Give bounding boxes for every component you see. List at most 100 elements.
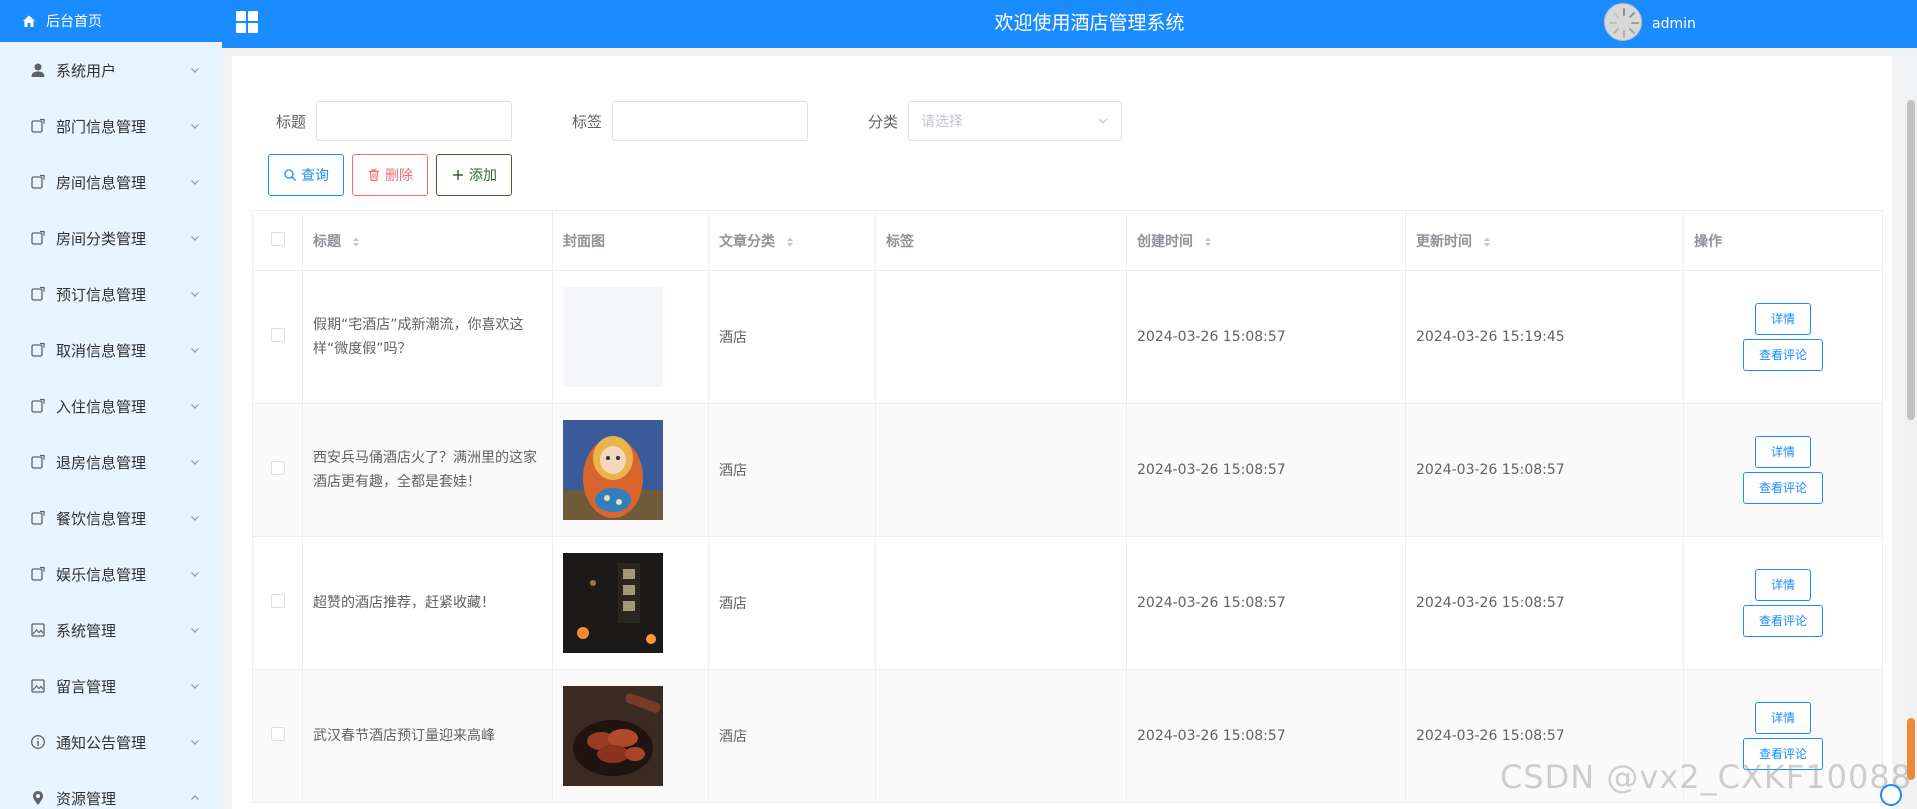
sidebar-item-system-admin[interactable]: 系统管理	[0, 602, 222, 658]
row-category: 酒店	[708, 270, 876, 404]
sort-icon[interactable]	[1204, 236, 1212, 248]
sidebar-item-label: 资源管理	[56, 789, 117, 808]
row-cover	[552, 536, 709, 670]
row-select-cell[interactable]	[252, 270, 303, 404]
chevron-up-icon	[191, 795, 199, 800]
picture-icon	[31, 679, 45, 693]
chevron-down-icon	[191, 572, 199, 577]
detail-button[interactable]: 详情	[1755, 436, 1811, 468]
row-select-cell[interactable]	[252, 669, 303, 803]
detail-button[interactable]: 详情	[1755, 702, 1811, 734]
view-comments-button[interactable]: 查看评论	[1743, 339, 1823, 371]
row-title: 武汉春节酒店预订量迎来高峰	[302, 669, 553, 803]
sidebar-item-label: 房间分类管理	[56, 229, 147, 248]
detail-button[interactable]: 详情	[1755, 569, 1811, 601]
sidebar-item-entertainment[interactable]: 娱乐信息管理	[0, 546, 222, 602]
cover-image-matryoshka	[563, 420, 663, 520]
row-cover	[552, 403, 709, 537]
document-icon	[31, 398, 45, 413]
select-all-cell[interactable]	[252, 210, 303, 271]
document-icon	[31, 510, 45, 525]
sidebar-item-cancellation[interactable]: 取消信息管理	[0, 322, 222, 378]
username-label[interactable]: admin	[1652, 0, 1696, 48]
plus-icon	[453, 170, 463, 180]
row-actions: 详情 查看评论	[1683, 403, 1883, 537]
column-header-label: 封面图	[563, 233, 605, 250]
row-tags	[875, 536, 1127, 670]
sort-icon[interactable]	[352, 236, 360, 248]
column-header-label: 文章分类	[719, 233, 775, 250]
row-select-cell[interactable]	[252, 536, 303, 670]
content-panel: 标题 标签 分类 请选择 查询 删除 添加 标题 封面图 文章分类 标签 创建时…	[232, 56, 1892, 809]
picture-icon	[31, 623, 45, 637]
title-filter-label: 标题	[276, 112, 307, 131]
row-title: 假期“宅酒店”成新潮流，你喜欢这样“微度假”吗？	[302, 270, 553, 404]
column-header-tags: 标签	[875, 210, 1127, 271]
query-button-label: 查询	[301, 168, 329, 184]
column-header-label: 标签	[886, 233, 914, 250]
select-all-checkbox[interactable]	[270, 231, 285, 246]
view-comments-button[interactable]: 查看评论	[1743, 472, 1823, 504]
add-button[interactable]: 添加	[436, 154, 512, 196]
row-actions: 详情 查看评论	[1683, 536, 1883, 670]
view-comments-button[interactable]: 查看评论	[1743, 605, 1823, 637]
sidebar-item-check-in[interactable]: 入住信息管理	[0, 378, 222, 434]
search-icon	[284, 169, 296, 181]
query-button[interactable]: 查询	[268, 154, 344, 196]
scrollbar-thumb[interactable]	[1907, 100, 1915, 420]
column-header-updated[interactable]: 更新时间	[1405, 210, 1684, 271]
info-icon	[31, 735, 45, 749]
row-actions: 详情 查看评论	[1683, 270, 1883, 404]
column-header-title[interactable]: 标题	[302, 210, 553, 271]
sidebar-item-notices[interactable]: 通知公告管理	[0, 714, 222, 770]
sidebar-item-room-info[interactable]: 房间信息管理	[0, 154, 222, 210]
sidebar-item-system-users[interactable]: 系统用户	[0, 42, 222, 98]
sidebar-item-dining[interactable]: 餐饮信息管理	[0, 490, 222, 546]
avatar[interactable]	[1604, 3, 1642, 41]
row-tags	[875, 270, 1127, 404]
row-updated: 2024-03-26 15:08:57	[1405, 403, 1684, 537]
column-header-category[interactable]: 文章分类	[708, 210, 876, 271]
row-updated: 2024-03-26 15:08:57	[1405, 536, 1684, 670]
sort-icon[interactable]	[786, 236, 794, 248]
chevron-down-icon	[191, 236, 199, 241]
row-created: 2024-03-26 15:08:57	[1126, 403, 1406, 537]
chevron-down-icon	[191, 180, 199, 185]
table-row: 西安兵马俑酒店火了？满洲里的这家酒店更有趣，全都是套娃！ 酒店 2024-03-…	[252, 403, 1883, 537]
chevron-down-icon	[191, 124, 199, 129]
sidebar-item-label: 系统管理	[56, 621, 117, 640]
sidebar-item-label: 部门信息管理	[56, 117, 147, 136]
row-checkbox[interactable]	[270, 461, 285, 475]
cover-image-placeholder	[563, 287, 663, 387]
assistant-float-icon[interactable]	[1880, 784, 1902, 806]
sidebar-item-reservation[interactable]: 预订信息管理	[0, 266, 222, 322]
sidebar-item-department[interactable]: 部门信息管理	[0, 98, 222, 154]
search-form: 标题 标签 分类 请选择	[276, 101, 1123, 141]
column-header-label: 创建时间	[1137, 233, 1193, 250]
row-cover	[552, 270, 709, 404]
sidebar-item-room-category[interactable]: 房间分类管理	[0, 210, 222, 266]
row-category: 酒店	[708, 536, 876, 670]
row-checkbox[interactable]	[270, 328, 285, 342]
articles-table: 标题 封面图 文章分类 标签 创建时间 更新时间 操作 假期“宅酒店”成新潮流，…	[252, 210, 1883, 803]
category-select[interactable]: 请选择	[908, 101, 1123, 141]
sort-icon[interactable]	[1483, 236, 1491, 248]
sidebar-item-messages[interactable]: 留言管理	[0, 658, 222, 714]
delete-button[interactable]: 删除	[352, 154, 428, 196]
row-select-cell[interactable]	[252, 403, 303, 537]
detail-button[interactable]: 详情	[1755, 303, 1811, 335]
chevron-down-icon	[191, 628, 199, 633]
title-filter-input[interactable]	[316, 101, 513, 141]
action-toolbar: 查询 删除 添加	[268, 154, 520, 196]
main-content: 标题 标签 分类 请选择 查询 删除 添加 标题 封面图 文章分类 标签 创建时…	[222, 48, 1917, 809]
tag-filter-input[interactable]	[612, 101, 809, 141]
document-icon	[31, 286, 45, 301]
document-icon	[31, 342, 45, 357]
sidebar-item-check-out[interactable]: 退房信息管理	[0, 434, 222, 490]
sidebar-item-resources[interactable]: 资源管理	[0, 770, 222, 809]
sidebar-home-item[interactable]: 后台首页	[0, 0, 222, 42]
row-checkbox[interactable]	[270, 594, 285, 608]
column-header-created[interactable]: 创建时间	[1126, 210, 1406, 271]
row-cover	[552, 669, 709, 803]
row-checkbox[interactable]	[270, 727, 285, 741]
